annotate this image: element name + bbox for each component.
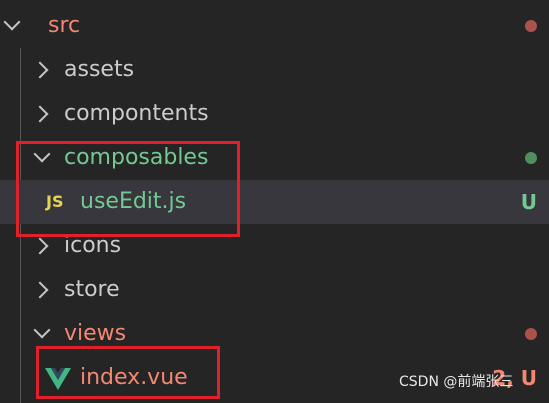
tree-item-icons[interactable]: icons (0, 224, 549, 268)
chevron-right-icon[interactable] (31, 237, 49, 255)
folder-label: store (64, 277, 120, 302)
tree-item-views[interactable]: views (0, 312, 549, 356)
folder-label: composables (64, 145, 209, 170)
chevron-right-icon[interactable] (31, 105, 49, 123)
file-label: index.vue (80, 365, 188, 390)
chevron-down-icon[interactable] (33, 321, 51, 339)
folder-label: compontents (64, 101, 209, 126)
vue-file-icon (45, 368, 71, 390)
folder-label: assets (64, 57, 135, 82)
folder-label: src (48, 13, 81, 38)
git-status-badge: U (520, 190, 537, 214)
folder-label: views (64, 321, 127, 346)
chevron-down-icon[interactable] (3, 13, 21, 31)
tree-item-assets[interactable]: assets (0, 48, 549, 92)
tree-item-store[interactable]: store (0, 268, 549, 312)
tree-item-composables[interactable]: composables (0, 136, 549, 180)
chevron-down-icon[interactable] (33, 145, 51, 163)
error-dot-icon (525, 328, 537, 340)
tree-item-compontents[interactable]: compontents (0, 92, 549, 136)
tree-item-useedit-js[interactable]: JS useEdit.js U (0, 180, 549, 224)
watermark-text: CSDN @前端张三 (399, 374, 514, 390)
folder-label: icons (64, 233, 122, 258)
chevron-right-icon[interactable] (31, 61, 49, 79)
untracked-dot-icon (525, 152, 537, 164)
file-label: useEdit.js (80, 189, 187, 214)
error-dot-icon (525, 20, 537, 32)
file-explorer-tree: src assets compontents composables JS us… (0, 0, 549, 403)
javascript-file-icon: JS (46, 192, 64, 211)
tree-item-src[interactable]: src (0, 4, 549, 48)
chevron-right-icon[interactable] (31, 281, 49, 299)
